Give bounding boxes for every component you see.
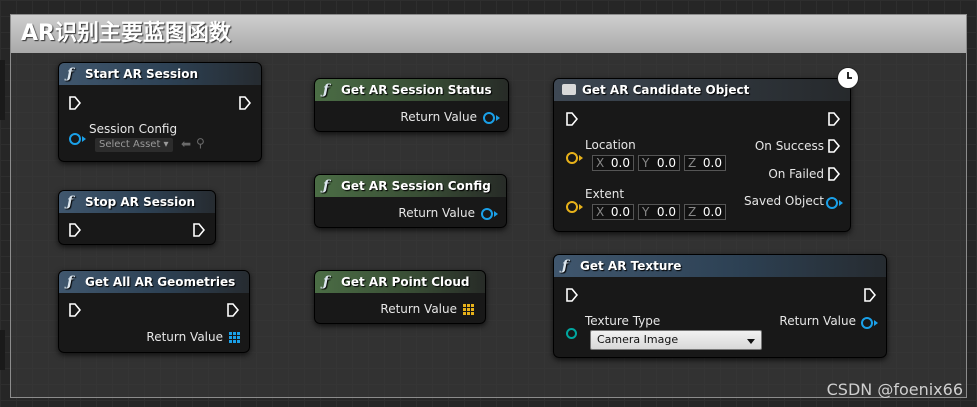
array-pin-icon[interactable] <box>229 332 240 343</box>
node-header: ƒ Get AR Session Config <box>315 175 506 197</box>
point-array-pin-icon[interactable] <box>463 304 474 315</box>
function-icon: ƒ <box>323 178 330 194</box>
comment-title[interactable]: AR识别主要蓝图函数 <box>11 15 966 53</box>
pin-arrow-icon <box>579 204 583 210</box>
select-asset-dropdown[interactable]: Select Asset ▾ <box>95 138 173 152</box>
extent-z-field[interactable]: Z 0.0 <box>684 204 726 220</box>
output-label: Return Value <box>398 206 475 220</box>
output-label: Return Value <box>380 302 457 316</box>
extent-x-field[interactable]: X 0.0 <box>592 204 634 220</box>
exec-in-pin[interactable] <box>566 288 578 302</box>
box-icon <box>562 84 576 95</box>
node-get-ar-session-config[interactable]: ƒ Get AR Session Config Return Value <box>314 174 507 228</box>
node-start-ar-session[interactable]: ƒ Start AR Session Session Config Select … <box>58 62 262 162</box>
node-stop-ar-session[interactable]: ƒ Stop AR Session <box>58 190 216 245</box>
function-icon: ƒ <box>67 194 74 210</box>
node-title: Start AR Session <box>85 67 198 81</box>
browse-search-icon[interactable]: ⚲ <box>196 136 205 150</box>
return-value-pin[interactable] <box>481 208 493 220</box>
texture-type-selected: Camera Image <box>597 333 679 346</box>
select-asset-label: Select Asset <box>99 139 161 150</box>
saved-object-pin[interactable] <box>826 197 838 209</box>
graph-edge <box>0 330 5 370</box>
on-success-label: On Success <box>754 139 824 153</box>
exec-out-pin[interactable] <box>193 223 205 237</box>
output-label: Return Value <box>400 110 477 124</box>
node-header: ƒ Start AR Session <box>59 63 261 85</box>
node-header: ƒ Get AR Session Status <box>315 79 508 101</box>
function-icon: ƒ <box>67 274 74 290</box>
node-header: ƒ Get AR Texture <box>554 255 886 277</box>
exec-out-pin[interactable] <box>828 112 840 126</box>
on-failed-exec-pin[interactable] <box>828 167 840 181</box>
on-failed-label: On Failed <box>768 167 824 181</box>
location-x-field[interactable]: X 0.0 <box>592 155 634 171</box>
node-get-all-ar-geometries[interactable]: ƒ Get All AR Geometries Return Value <box>58 270 250 353</box>
location-z-field[interactable]: Z 0.0 <box>684 155 726 171</box>
texture-type-label: Texture Type <box>585 314 661 328</box>
pin-arrow-icon <box>496 115 500 121</box>
pin-arrow-icon <box>494 211 498 217</box>
pin-arrow-icon <box>82 136 86 142</box>
extent-pin[interactable] <box>566 201 578 213</box>
exec-in-pin[interactable] <box>69 303 81 317</box>
node-title: Get AR Point Cloud <box>341 275 470 289</box>
node-get-ar-session-status[interactable]: ƒ Get AR Session Status Return Value <box>314 78 509 132</box>
node-get-ar-candidate-object[interactable]: Get AR Candidate Object Location X 0.0 Y0… <box>553 78 851 232</box>
exec-in-pin[interactable] <box>69 96 81 110</box>
exec-in-pin[interactable] <box>566 112 578 126</box>
node-title: Get All AR Geometries <box>85 275 236 289</box>
node-title: Get AR Candidate Object <box>582 83 750 97</box>
output-label: Return Value <box>779 314 856 328</box>
node-header: Get AR Candidate Object <box>554 79 850 101</box>
clock-icon <box>837 67 859 89</box>
node-title: Get AR Session Status <box>341 83 492 97</box>
pin-arrow-icon <box>839 200 843 206</box>
extent-y-field[interactable]: Y 0.0 <box>638 204 680 220</box>
output-label: Return Value <box>146 330 223 344</box>
exec-out-pin[interactable] <box>227 303 239 317</box>
function-icon: ƒ <box>562 258 569 274</box>
graph-edge <box>0 60 5 120</box>
node-header: ƒ Get AR Point Cloud <box>315 271 485 293</box>
node-title: Stop AR Session <box>85 195 196 209</box>
session-config-pin[interactable] <box>69 133 81 145</box>
texture-type-pin[interactable] <box>566 328 577 339</box>
location-y-field[interactable]: Y 0.0 <box>638 155 680 171</box>
exec-in-pin[interactable] <box>69 223 81 237</box>
node-title: Get AR Session Config <box>341 179 491 193</box>
watermark: CSDN @foenix66 <box>826 380 963 399</box>
texture-type-select[interactable]: Camera Image <box>590 330 762 350</box>
exec-out-pin[interactable] <box>864 288 876 302</box>
location-label: Location <box>585 138 636 152</box>
use-asset-arrow-icon[interactable]: ⬅ <box>181 137 191 151</box>
function-icon: ƒ <box>67 66 74 82</box>
param-label: Session Config <box>89 122 178 136</box>
function-icon: ƒ <box>323 82 330 98</box>
return-value-pin[interactable] <box>861 317 873 329</box>
pin-arrow-icon <box>579 155 583 161</box>
saved-object-label: Saved Object <box>744 194 824 208</box>
node-get-ar-point-cloud[interactable]: ƒ Get AR Point Cloud Return Value <box>314 270 486 324</box>
on-success-exec-pin[interactable] <box>828 139 840 153</box>
chevron-down-icon <box>747 339 755 344</box>
node-header: ƒ Stop AR Session <box>59 191 215 213</box>
pin-arrow-icon <box>874 320 878 326</box>
return-value-pin[interactable] <box>483 112 495 124</box>
location-pin[interactable] <box>566 152 578 164</box>
node-title: Get AR Texture <box>580 259 682 273</box>
function-icon: ƒ <box>323 274 330 290</box>
node-header: ƒ Get All AR Geometries <box>59 271 249 293</box>
node-get-ar-texture[interactable]: ƒ Get AR Texture Texture Type Camera Imag… <box>553 254 887 358</box>
extent-label: Extent <box>585 187 625 201</box>
exec-out-pin[interactable] <box>239 96 251 110</box>
